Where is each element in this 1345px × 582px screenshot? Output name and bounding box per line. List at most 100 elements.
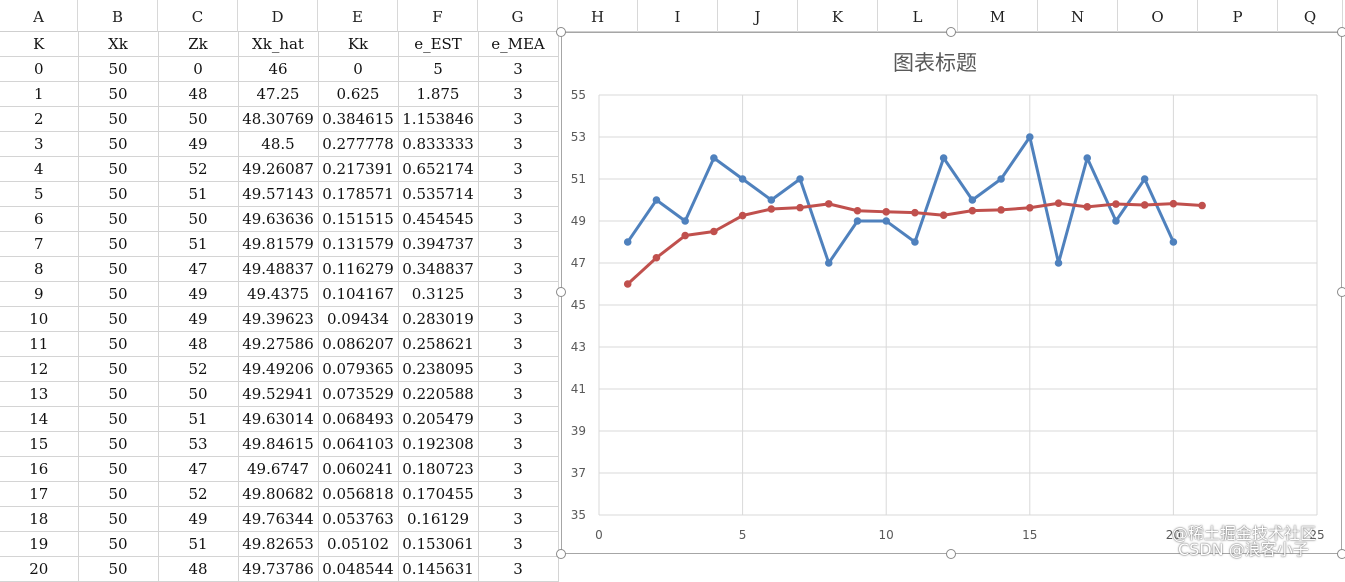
table-cell[interactable]: 51 <box>158 531 239 557</box>
table-cell[interactable]: 0 <box>0 56 79 82</box>
chart-resize-handle-mr[interactable] <box>1337 287 1345 297</box>
column-header-g[interactable]: G <box>478 0 558 32</box>
chart-resize-handle-tc[interactable] <box>946 27 956 37</box>
table-cell[interactable]: 51 <box>158 231 239 257</box>
table-cell[interactable]: 52 <box>158 156 239 182</box>
column-header-j[interactable]: J <box>718 0 798 32</box>
column-header-i[interactable]: I <box>638 0 718 32</box>
table-cell[interactable]: 10 <box>0 306 79 332</box>
table-cell[interactable]: 49 <box>158 131 239 157</box>
table-cell[interactable]: 47.25 <box>238 81 319 107</box>
table-cell[interactable]: 0.086207 <box>318 331 399 357</box>
table-cell[interactable]: 3 <box>478 531 559 557</box>
table-cell[interactable]: 49.81579 <box>238 231 319 257</box>
table-cell[interactable]: 3 <box>478 381 559 407</box>
table-cell[interactable]: 50 <box>78 106 159 132</box>
table-cell[interactable]: 3 <box>478 406 559 432</box>
table-cell[interactable]: 6 <box>0 206 79 232</box>
table-cell[interactable]: 51 <box>158 406 239 432</box>
table-cell[interactable]: 5 <box>0 181 79 207</box>
table-cell[interactable]: 0.192308 <box>398 431 479 457</box>
table-cell[interactable]: 49.82653 <box>238 531 319 557</box>
table-cell[interactable]: 3 <box>478 481 559 507</box>
column-header-e[interactable]: E <box>318 0 398 32</box>
header-cell[interactable]: e_EST <box>398 32 479 57</box>
table-cell[interactable]: 0.153061 <box>398 531 479 557</box>
table-cell[interactable]: 49.39623 <box>238 306 319 332</box>
table-cell[interactable]: 3 <box>0 131 79 157</box>
table-cell[interactable]: 0.131579 <box>318 231 399 257</box>
table-cell[interactable]: 3 <box>478 331 559 357</box>
table-cell[interactable]: 49.63014 <box>238 406 319 432</box>
table-cell[interactable]: 0.220588 <box>398 381 479 407</box>
table-cell[interactable]: 7 <box>0 231 79 257</box>
table-cell[interactable]: 49 <box>158 281 239 307</box>
table-cell[interactable]: 3 <box>478 81 559 107</box>
column-header-d[interactable]: D <box>238 0 318 32</box>
table-cell[interactable]: 0 <box>318 56 399 82</box>
table-cell[interactable]: 3 <box>478 506 559 532</box>
chart-resize-handle-ml[interactable] <box>556 287 566 297</box>
column-header-n[interactable]: N <box>1038 0 1118 32</box>
table-cell[interactable]: 3 <box>478 356 559 382</box>
table-cell[interactable]: 0.3125 <box>398 281 479 307</box>
table-cell[interactable]: 50 <box>78 356 159 382</box>
column-header-a[interactable]: A <box>0 0 78 32</box>
table-cell[interactable]: 3 <box>478 156 559 182</box>
chart-resize-handle-tl[interactable] <box>556 27 566 37</box>
table-cell[interactable]: 12 <box>0 356 79 382</box>
table-cell[interactable]: 3 <box>478 106 559 132</box>
table-cell[interactable]: 0.064103 <box>318 431 399 457</box>
table-cell[interactable]: 52 <box>158 356 239 382</box>
column-header-l[interactable]: L <box>878 0 958 32</box>
table-cell[interactable]: 13 <box>0 381 79 407</box>
header-cell[interactable]: Zk <box>158 32 239 57</box>
table-cell[interactable]: 50 <box>158 381 239 407</box>
chart-resize-handle-tr[interactable] <box>1337 27 1345 37</box>
table-cell[interactable]: 0.652174 <box>398 156 479 182</box>
table-cell[interactable]: 3 <box>478 281 559 307</box>
column-header-h[interactable]: H <box>558 0 638 32</box>
table-cell[interactable]: 20 <box>0 556 79 582</box>
table-cell[interactable]: 49.76344 <box>238 506 319 532</box>
table-cell[interactable]: 52 <box>158 481 239 507</box>
table-cell[interactable]: 0.258621 <box>398 331 479 357</box>
table-cell[interactable]: 0.180723 <box>398 456 479 482</box>
table-cell[interactable]: 11 <box>0 331 79 357</box>
table-cell[interactable]: 0 <box>158 56 239 82</box>
table-cell[interactable]: 47 <box>158 256 239 282</box>
chart-resize-handle-bc[interactable] <box>946 549 956 559</box>
header-cell[interactable]: Xk <box>78 32 159 57</box>
table-cell[interactable]: 48 <box>158 556 239 582</box>
table-cell[interactable]: 2 <box>0 106 79 132</box>
table-cell[interactable]: 50 <box>78 556 159 582</box>
table-cell[interactable]: 50 <box>158 106 239 132</box>
column-header-f[interactable]: F <box>398 0 478 32</box>
table-cell[interactable]: 50 <box>78 206 159 232</box>
table-cell[interactable]: 50 <box>158 206 239 232</box>
column-header-o[interactable]: O <box>1118 0 1198 32</box>
table-cell[interactable]: 49.84615 <box>238 431 319 457</box>
table-cell[interactable]: 49 <box>158 506 239 532</box>
table-cell[interactable]: 50 <box>78 331 159 357</box>
header-cell[interactable]: K <box>0 32 79 57</box>
table-cell[interactable]: 0.09434 <box>318 306 399 332</box>
table-cell[interactable]: 0.170455 <box>398 481 479 507</box>
table-cell[interactable]: 0.217391 <box>318 156 399 182</box>
table-cell[interactable]: 3 <box>478 56 559 82</box>
table-cell[interactable]: 46 <box>238 56 319 82</box>
table-cell[interactable]: 47 <box>158 456 239 482</box>
column-header-q[interactable]: Q <box>1278 0 1343 32</box>
table-cell[interactable]: 50 <box>78 531 159 557</box>
table-cell[interactable]: 50 <box>78 481 159 507</box>
header-cell[interactable]: Kk <box>318 32 399 57</box>
table-cell[interactable]: 0.060241 <box>318 456 399 482</box>
column-header-b[interactable]: B <box>78 0 158 32</box>
table-cell[interactable]: 17 <box>0 481 79 507</box>
table-cell[interactable]: 0.394737 <box>398 231 479 257</box>
table-cell[interactable]: 3 <box>478 431 559 457</box>
table-cell[interactable]: 48 <box>158 331 239 357</box>
table-cell[interactable]: 48.5 <box>238 131 319 157</box>
table-cell[interactable]: 3 <box>478 181 559 207</box>
chart-resize-handle-br[interactable] <box>1337 549 1345 559</box>
